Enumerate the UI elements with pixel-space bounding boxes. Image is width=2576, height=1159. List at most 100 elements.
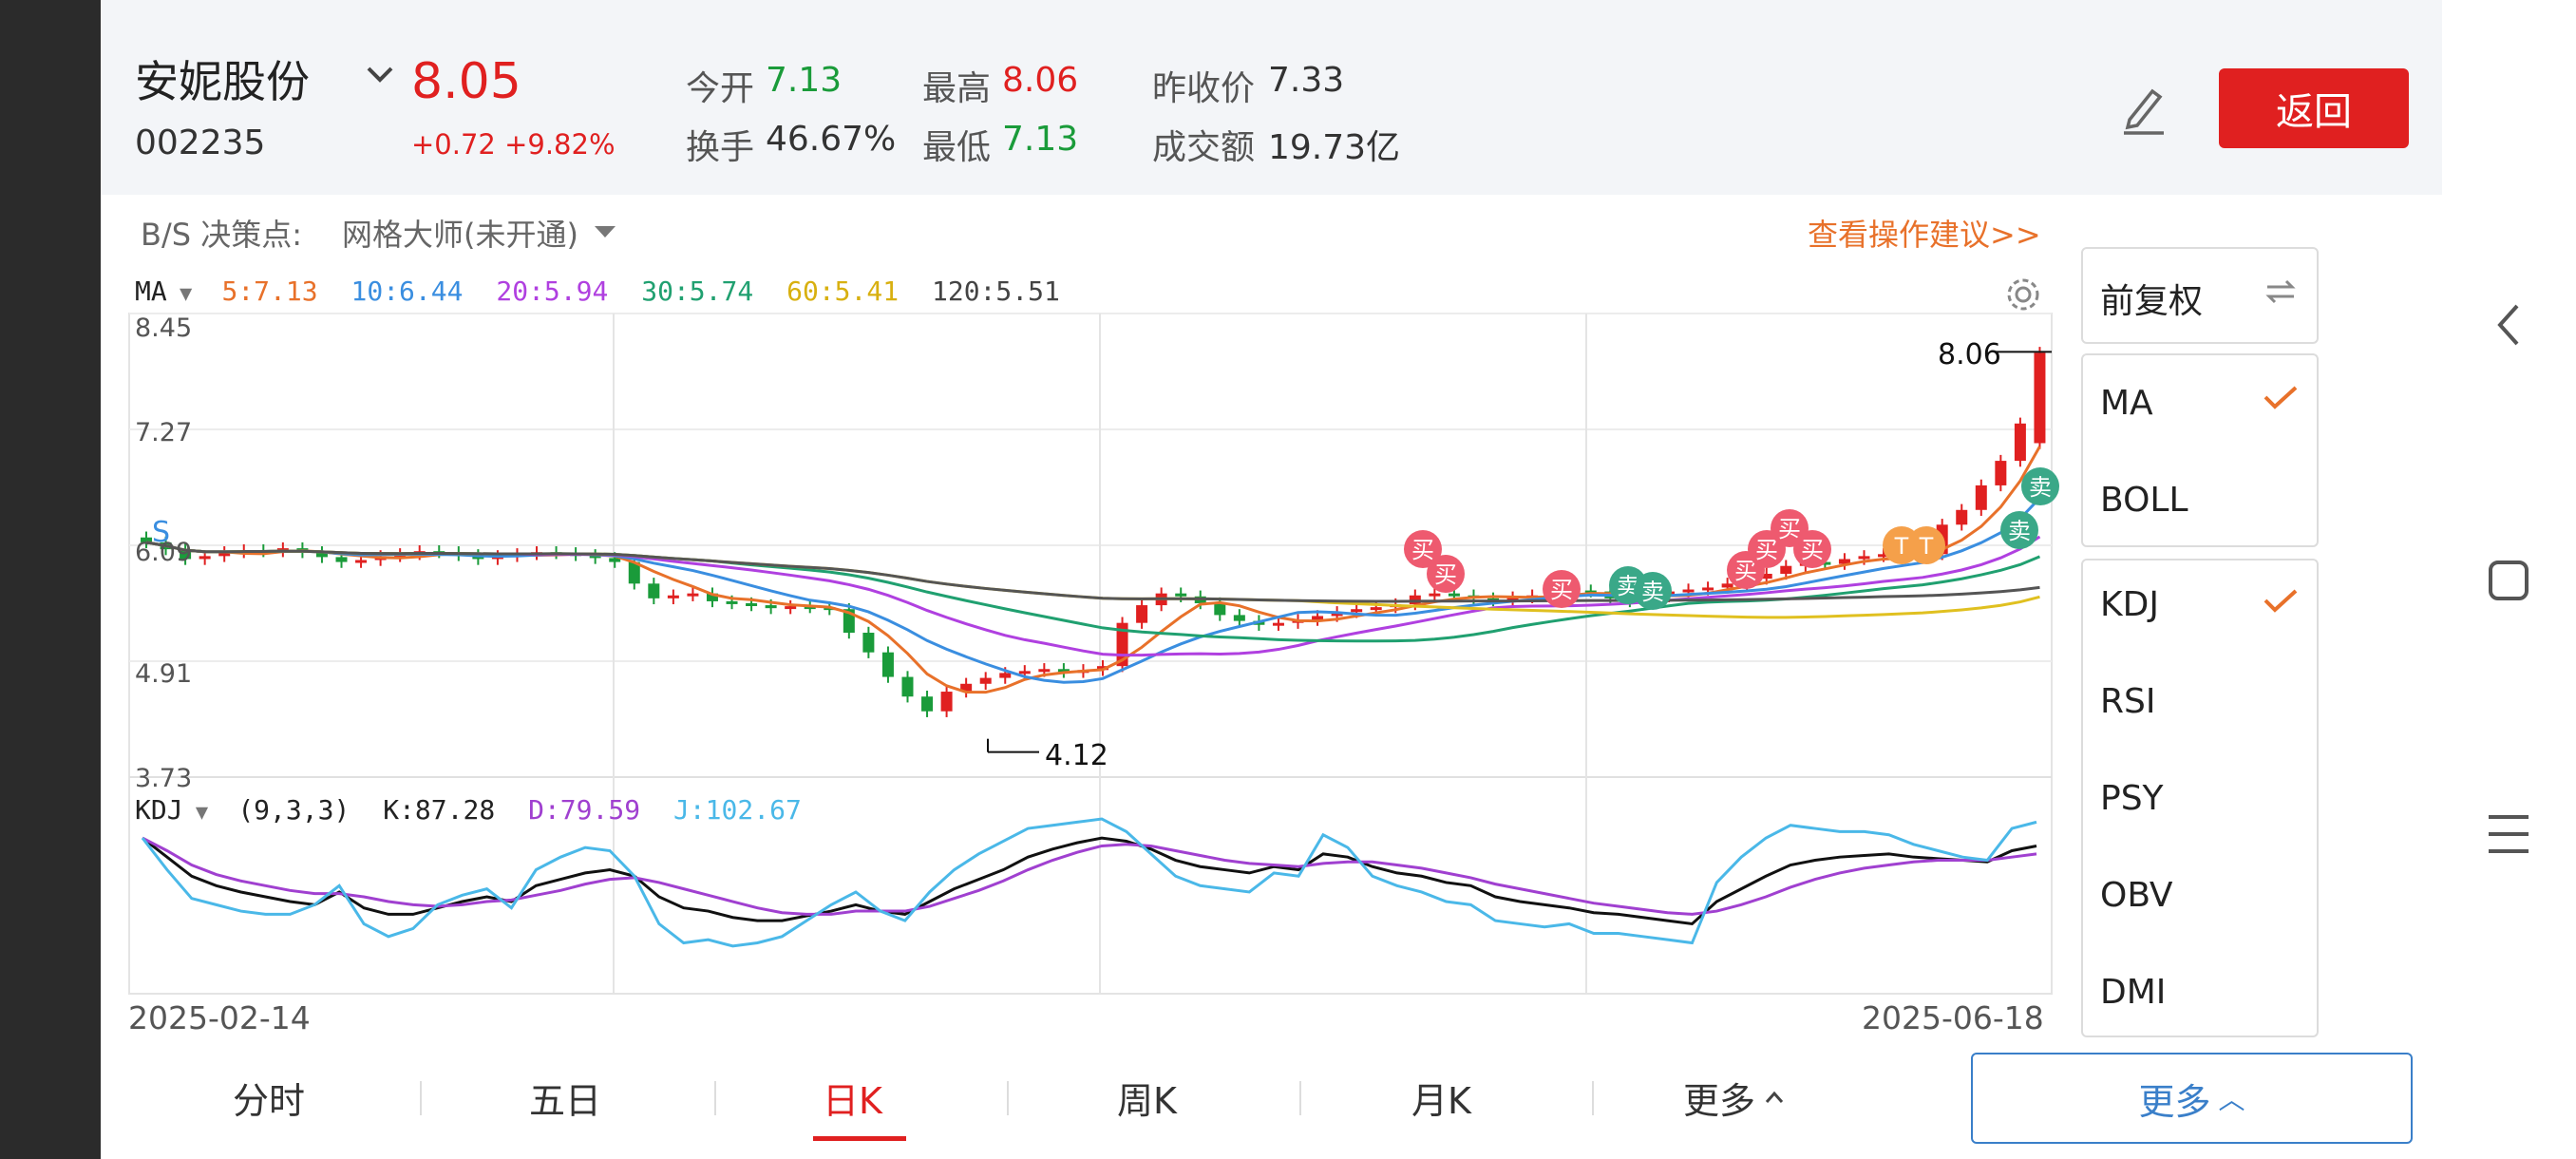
tab-more[interactable]: 更多 [1683, 1072, 1755, 1124]
tab-divider [1592, 1081, 1594, 1115]
tab-daily-k[interactable]: 日K [823, 1072, 882, 1124]
t-marker-text: T [1894, 533, 1909, 560]
tab-divider [1007, 1081, 1009, 1115]
tab-divider [420, 1081, 422, 1115]
indicator-boll[interactable]: BOLL [2100, 481, 2188, 520]
candle-body [667, 595, 679, 598]
indicator-rsi[interactable]: RSI [2100, 682, 2155, 721]
price-axis-label: 7.27 [135, 418, 193, 447]
candle-body [901, 676, 914, 697]
candle-body [648, 583, 660, 598]
chevron-up-icon: ︿ [2218, 1084, 2245, 1115]
indicator-ma[interactable]: MA [2100, 384, 2153, 423]
back-button[interactable]: 返回 [2219, 68, 2409, 148]
candle-body [765, 605, 777, 609]
chart-frame [128, 313, 2053, 995]
low-price-annotation: 4.12 [1045, 739, 1108, 772]
candle-body [1272, 622, 1284, 626]
candle-body [2034, 352, 2046, 444]
ma10-line [145, 497, 2041, 684]
tab-monthly-k[interactable]: 月K [1411, 1072, 1471, 1124]
candle-body [355, 560, 368, 563]
candle-body [1233, 615, 1245, 621]
menu-nav-icon[interactable] [2485, 806, 2532, 863]
candle-body [2014, 423, 2026, 462]
back-nav-icon[interactable] [2485, 296, 2532, 353]
kdj-k-line [142, 836, 2037, 926]
candle-body [1995, 461, 2007, 485]
d-value: D:79.59 [528, 794, 641, 826]
price-axis-label: 4.91 [135, 659, 193, 689]
candle-body [1429, 593, 1441, 597]
buy-marker-text: 买 [1550, 577, 1573, 603]
candle-body [881, 652, 894, 677]
edit-icon[interactable] [2118, 78, 2169, 139]
switch-icon[interactable] [2262, 277, 2300, 306]
chevron-up-icon [1765, 1091, 1784, 1103]
candle-body [979, 677, 992, 684]
candle-body [1038, 669, 1051, 673]
tab-weekly-k[interactable]: 周K [1117, 1072, 1177, 1124]
price-chart[interactable]: 买买买买买买买卖 卖卖卖T TS [0, 0, 2090, 1007]
k-value: K:87.28 [383, 794, 496, 826]
end-date: 2025-06-18 [1862, 999, 2044, 1036]
candle-body [199, 556, 211, 560]
high-price-annotation: 8.06 [1938, 338, 2001, 371]
indicator-kdj[interactable]: KDJ [2100, 585, 2159, 624]
buy-marker-text: 买 [1411, 537, 1434, 563]
tab-divider [714, 1081, 716, 1115]
candle-body [1956, 509, 1968, 525]
price-axis-label: 6.09 [135, 538, 193, 567]
price-axis-label: 8.45 [135, 314, 193, 343]
more-button[interactable]: 更多 ︿ [1971, 1053, 2413, 1144]
candle-body [1370, 607, 1382, 611]
active-tab-indicator [813, 1136, 906, 1141]
buy-marker-text: 买 [1801, 537, 1824, 563]
candle-body [785, 606, 797, 610]
candle-body [1136, 605, 1148, 623]
candle-body [746, 603, 758, 606]
buy-marker-text: 买 [1755, 537, 1778, 563]
sell-marker-text: 卖 [2008, 518, 2031, 544]
candle-body [1702, 587, 1714, 591]
candle-body [999, 673, 1012, 678]
more-button-label: 更多 [2138, 1080, 2211, 1123]
start-date: 2025-02-14 [128, 999, 311, 1036]
candle-body [1975, 484, 1987, 510]
candle-body [1448, 593, 1460, 597]
sell-marker-text: 卖 [1641, 579, 1664, 605]
candle-body [335, 557, 348, 562]
candle-body [1351, 609, 1363, 613]
candle-body [687, 593, 699, 597]
t-marker-text: T [1919, 533, 1934, 560]
price-axis-label: 3.73 [135, 764, 193, 793]
tab-divider [1299, 1081, 1301, 1115]
candle-body [921, 696, 934, 712]
candle-body [940, 692, 953, 712]
buy-marker-text: 买 [1434, 561, 1457, 588]
sub-indicator-panel: KDJ RSI PSY OBV DMI [2081, 559, 2319, 1037]
home-nav-icon[interactable] [2485, 553, 2532, 610]
candle-body [1214, 603, 1226, 616]
kdj-legend-toggle[interactable]: KDJ [135, 794, 183, 826]
candle-body [1018, 671, 1031, 674]
app-root: 安妮股份 002235 8.05 +0.72 +9.82% 今开 7.13 最高… [0, 0, 2576, 1159]
candle-body [862, 633, 875, 653]
candle-body [1175, 593, 1187, 597]
checkmark-icon [2263, 589, 2298, 613]
candle-body [726, 600, 738, 604]
adjust-label[interactable]: 前复权 [2100, 274, 2203, 323]
caret-down-icon[interactable]: ▼ [183, 801, 221, 825]
sell-marker-text: 卖 [2029, 474, 2052, 501]
tab-five-day[interactable]: 五日 [529, 1072, 601, 1124]
adjust-panel[interactable]: 前复权 [2081, 247, 2319, 344]
candle-body [1858, 556, 1870, 560]
main-indicator-panel: MA BOLL [2081, 353, 2319, 547]
tab-intraday[interactable]: 分时 [233, 1072, 305, 1124]
indicator-dmi[interactable]: DMI [2100, 973, 2166, 1012]
j-value: J:102.67 [672, 794, 802, 826]
checkmark-icon [2263, 386, 2298, 409]
indicator-obv[interactable]: OBV [2100, 876, 2173, 915]
candle-body [1721, 583, 1733, 588]
indicator-psy[interactable]: PSY [2100, 779, 2164, 818]
